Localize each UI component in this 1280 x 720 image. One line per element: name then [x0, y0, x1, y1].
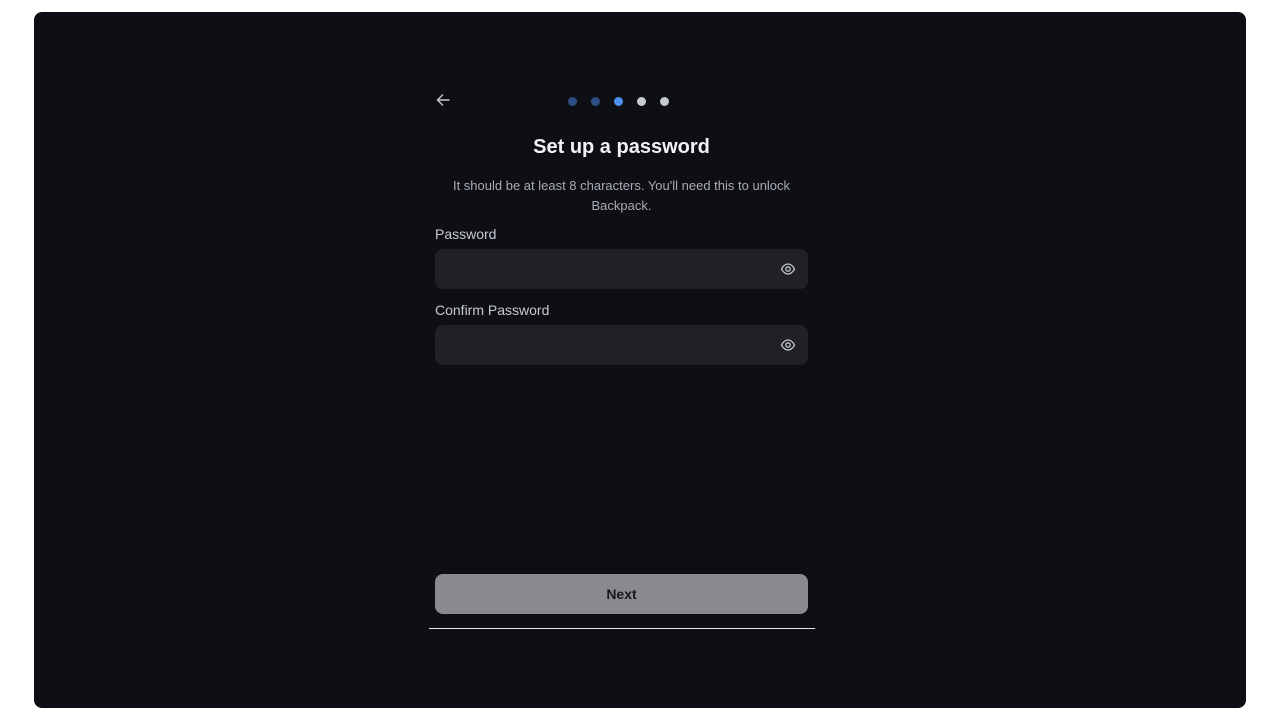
page-subtitle: It should be at least 8 characters. You'…	[452, 178, 791, 213]
divider	[429, 628, 815, 629]
step-dot-1	[568, 97, 577, 106]
step-dot-2	[591, 97, 600, 106]
confirm-password-field-container	[435, 325, 808, 365]
password-label: Password	[435, 226, 497, 242]
password-field-container	[435, 249, 808, 289]
back-button[interactable]	[435, 92, 455, 112]
password-input[interactable]	[435, 249, 765, 289]
next-button[interactable]: Next	[435, 574, 808, 614]
confirm-password-label: Confirm Password	[435, 302, 550, 318]
confirm-password-input[interactable]	[435, 325, 765, 365]
step-indicator	[568, 97, 669, 106]
eye-icon[interactable]	[780, 337, 796, 353]
onboarding-panel: Set up a password It should be at least …	[429, 12, 815, 708]
page-title: Set up a password	[533, 136, 710, 158]
arrow-left-icon	[436, 94, 450, 106]
step-dot-5	[660, 97, 669, 106]
step-dot-3	[614, 97, 623, 106]
app-window: Set up a password It should be at least …	[34, 12, 1246, 708]
eye-icon[interactable]	[780, 261, 796, 277]
step-dot-4	[637, 97, 646, 106]
